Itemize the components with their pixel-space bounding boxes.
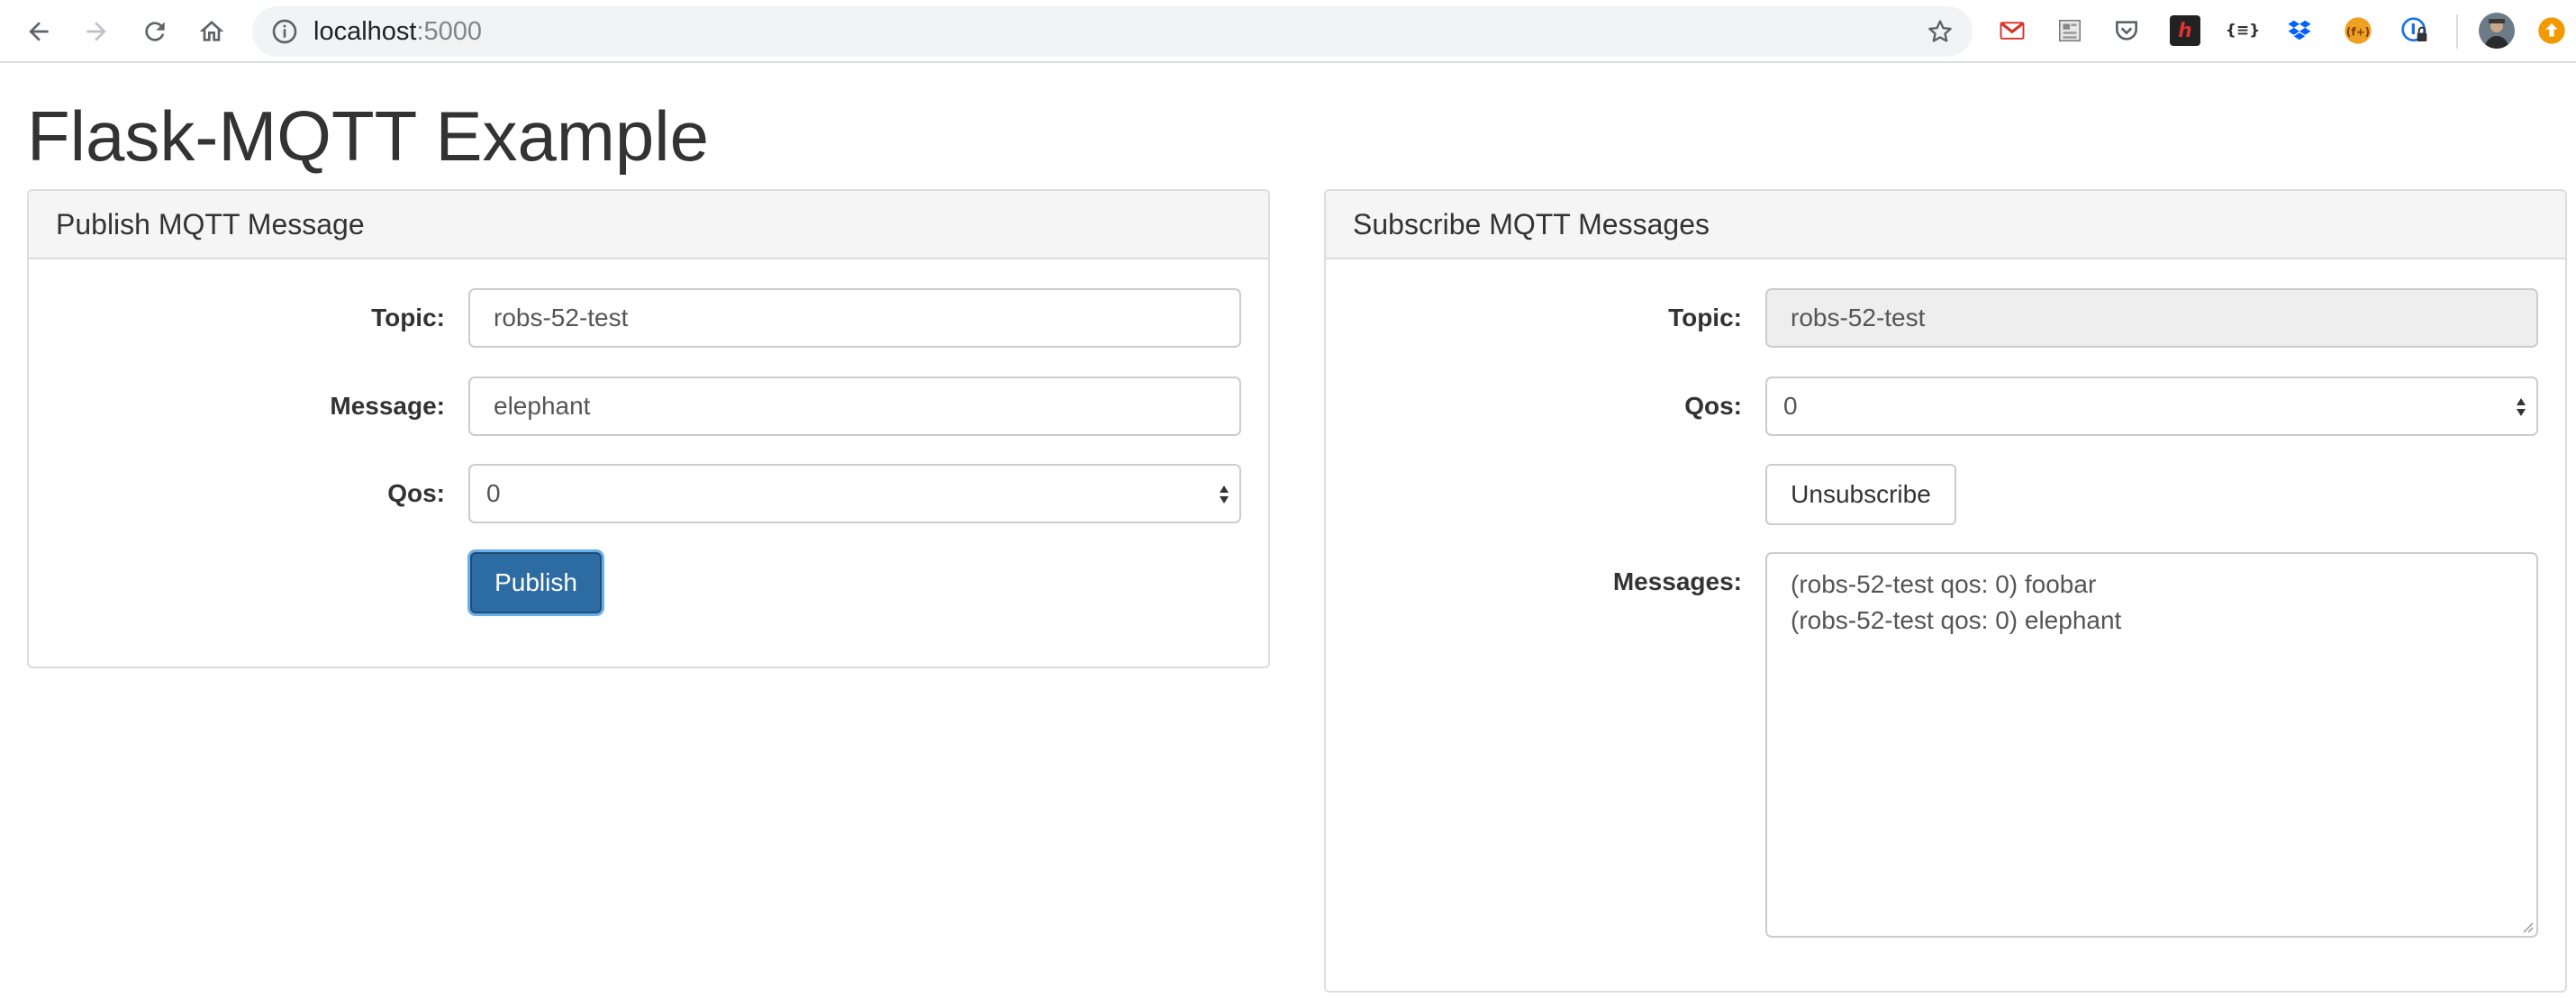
bookmark-star-icon[interactable]: [1926, 17, 1955, 46]
subscribe-topic-label: Topic:: [1668, 304, 1742, 331]
subscribe-topic-input: robs-52-test: [1765, 288, 2538, 348]
url-text[interactable]: localhost:5000: [313, 6, 482, 57]
extension-h-icon[interactable]: h: [2170, 15, 2200, 46]
select-arrows-icon: [2517, 398, 2526, 416]
subscribe-panel-heading: Subscribe MQTT Messages: [1326, 191, 2565, 259]
publish-message-input[interactable]: elephant: [468, 377, 1241, 436]
back-icon[interactable]: [21, 14, 57, 50]
svg-text:(f+): (f+): [2346, 25, 2370, 38]
message-line: (robs-52-test qos: 0) elephant: [1791, 606, 2122, 634]
page-title: Flask-MQTT Example: [27, 96, 709, 176]
url-host: localhost: [313, 17, 417, 46]
subscribe-qos-select[interactable]: 0: [1765, 377, 2538, 436]
extension-doc-icon[interactable]: [2054, 15, 2085, 46]
publish-button[interactable]: Publish: [470, 552, 602, 613]
messages-textarea[interactable]: (robs-52-test qos: 0) foobar (robs-52-te…: [1765, 552, 2538, 938]
profile-avatar[interactable]: [2479, 13, 2515, 49]
publish-message-label: Message:: [330, 392, 445, 420]
publish-qos-value: 0: [486, 479, 501, 507]
gmail-icon[interactable]: [1997, 15, 2027, 46]
home-icon[interactable]: [194, 14, 230, 50]
subscribe-qos-value: 0: [1783, 392, 1798, 420]
dropbox-icon[interactable]: [2284, 15, 2315, 46]
browser-toolbar: localhost:5000 h {≡} (f+): [0, 0, 2576, 63]
json-formatter-icon[interactable]: {≡}: [2226, 15, 2260, 46]
subscribe-panel: Subscribe MQTT Messages Topic: robs-52-t…: [1324, 189, 2567, 993]
subscribe-qos-label: Qos:: [1684, 392, 1742, 420]
forward-icon[interactable]: [78, 14, 114, 50]
site-info-icon[interactable]: [270, 17, 299, 46]
reload-icon[interactable]: [137, 14, 173, 50]
publish-panel-title: Publish MQTT Message: [56, 208, 365, 240]
resize-grip-icon[interactable]: [2519, 919, 2534, 933]
publish-qos-label: Qos:: [387, 479, 445, 507]
select-arrows-icon: [1220, 485, 1229, 504]
extension-lock-icon[interactable]: [2399, 15, 2430, 46]
message-line: (robs-52-test qos: 0) foobar: [1791, 570, 2097, 598]
extension-orange-icon[interactable]: (f+): [2343, 15, 2373, 46]
pocket-icon[interactable]: [2111, 15, 2142, 46]
publish-panel: Publish MQTT Message Topic: robs-52-test…: [27, 189, 1270, 668]
subscribe-panel-title: Subscribe MQTT Messages: [1353, 208, 1710, 240]
unsubscribe-button[interactable]: Unsubscribe: [1765, 464, 1956, 525]
update-icon[interactable]: [2536, 15, 2567, 46]
publish-topic-input[interactable]: robs-52-test: [468, 288, 1241, 348]
toolbar-separator: [2456, 14, 2458, 49]
publish-panel-heading: Publish MQTT Message: [29, 191, 1268, 259]
url-port: :5000: [416, 17, 483, 46]
messages-label: Messages:: [1612, 567, 1742, 595]
publish-topic-label: Topic:: [371, 304, 445, 331]
publish-qos-select[interactable]: 0: [468, 464, 1241, 523]
address-bar[interactable]: localhost:5000: [252, 6, 1973, 57]
